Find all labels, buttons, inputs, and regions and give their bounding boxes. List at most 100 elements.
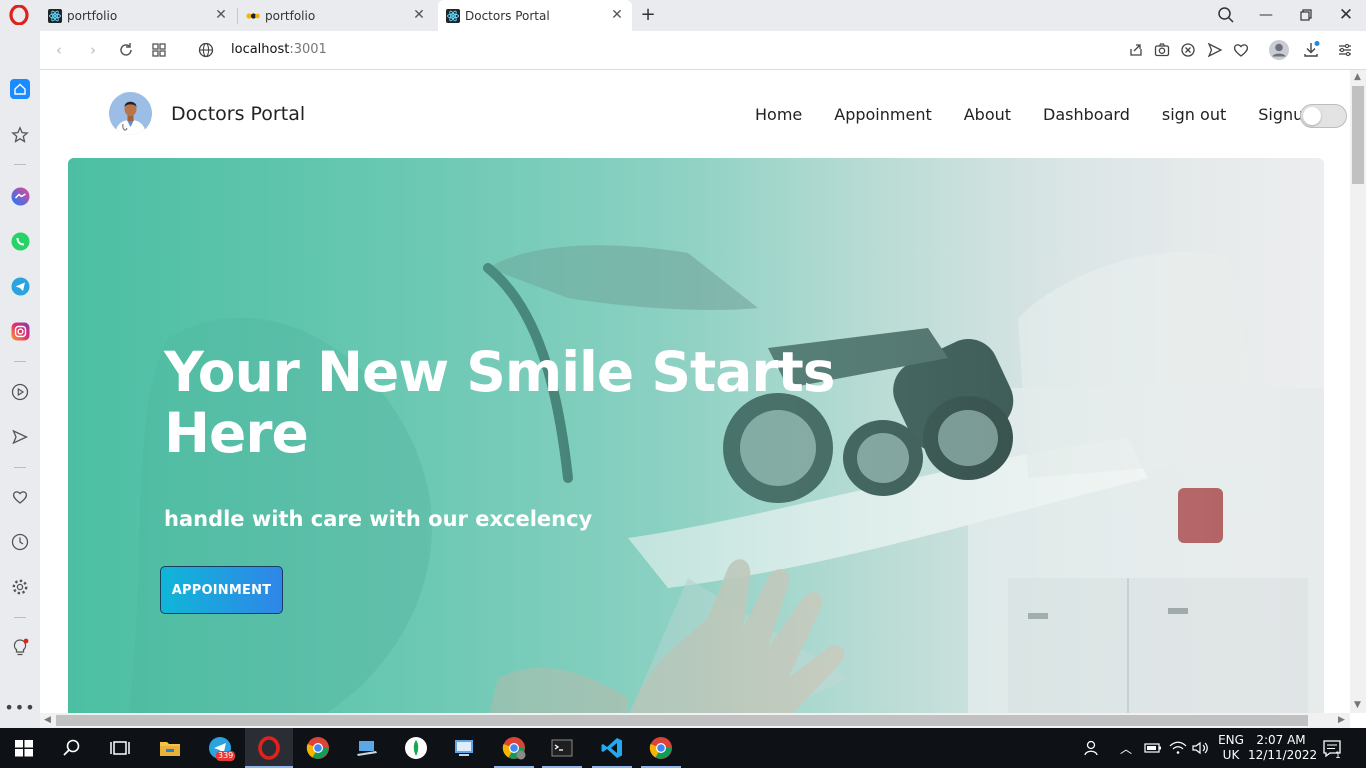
- tab-title: portfolio: [265, 8, 316, 23]
- tab-search-icon[interactable]: [1216, 5, 1236, 25]
- toggle-knob: [1303, 107, 1321, 125]
- input-language[interactable]: ENG UK: [1216, 733, 1246, 763]
- scroll-left-icon[interactable]: ◀: [44, 715, 51, 725]
- clock-time: 2:07 AM: [1256, 733, 1306, 747]
- downloads-icon[interactable]: [1302, 41, 1320, 59]
- url-field[interactable]: localhost:3001: [231, 42, 327, 57]
- bookmark-heart-icon[interactable]: [1232, 41, 1250, 59]
- language-code: ENG: [1218, 733, 1244, 747]
- tab-portfolio-1[interactable]: portfolio ✕: [40, 0, 236, 31]
- react-favicon-icon: [446, 8, 460, 23]
- messenger-icon[interactable]: [10, 186, 30, 206]
- tab-doctors-portal[interactable]: Doctors Portal ✕: [438, 0, 632, 31]
- chrome-profile-icon[interactable]: [502, 736, 526, 760]
- tab-title: Doctors Portal: [465, 8, 550, 23]
- reload-icon[interactable]: [117, 41, 135, 59]
- lightbulb-icon[interactable]: [10, 638, 30, 658]
- minimize-icon[interactable]: —: [1256, 5, 1276, 25]
- opera-taskbar-icon[interactable]: [257, 736, 281, 760]
- terminal-icon[interactable]: [550, 736, 574, 760]
- adblock-icon[interactable]: [1179, 41, 1197, 59]
- scroll-down-icon[interactable]: ▼: [1354, 700, 1361, 710]
- player-icon[interactable]: [10, 382, 30, 402]
- vertical-scroll-thumb[interactable]: [1352, 86, 1364, 184]
- nav-home[interactable]: Home: [755, 105, 802, 124]
- easy-setup-icon[interactable]: [1336, 41, 1354, 59]
- instagram-icon[interactable]: [10, 321, 30, 341]
- snapshot-icon[interactable]: [1153, 41, 1171, 59]
- control-panel-icon[interactable]: [452, 736, 476, 760]
- people-icon[interactable]: [1082, 736, 1102, 760]
- opera-logo-icon[interactable]: [9, 5, 29, 25]
- vertical-scrollbar[interactable]: ▲ ▼: [1350, 70, 1366, 713]
- speed-dial-icon[interactable]: [150, 41, 168, 59]
- nav-about[interactable]: About: [964, 105, 1011, 124]
- sidebar-divider: [14, 467, 26, 468]
- heart-icon[interactable]: [10, 487, 30, 507]
- url-port: :3001: [289, 42, 327, 57]
- telegram-icon[interactable]: [10, 276, 30, 296]
- notification-count: 1: [1335, 751, 1341, 761]
- wifi-icon[interactable]: [1168, 736, 1188, 760]
- new-tab-button[interactable]: +: [638, 4, 658, 26]
- sidebar-divider: [14, 164, 26, 165]
- nav-dashboard[interactable]: Dashboard: [1043, 105, 1130, 124]
- tab-strip: portfolio ✕ portfolio ✕ Doctors Portal ✕…: [0, 0, 1366, 31]
- site-navbar: Doctors Portal Home Appoinment About Das…: [40, 70, 1350, 158]
- horizontal-scrollbar[interactable]: ◀ ▶: [40, 713, 1350, 728]
- forward-icon[interactable]: ›: [84, 41, 102, 59]
- mongodb-compass-icon[interactable]: [404, 736, 428, 760]
- back-icon[interactable]: ‹: [50, 41, 68, 59]
- appointment-button[interactable]: APPOINMENT: [160, 566, 283, 614]
- hero-title: Your New Smile Starts Here: [164, 340, 836, 465]
- doctor-avatar[interactable]: [109, 92, 152, 135]
- url-host: localhost: [231, 42, 290, 57]
- vscode-icon[interactable]: [600, 736, 624, 760]
- show-hidden-icons-icon[interactable]: ︿: [1120, 740, 1132, 757]
- portfolio-favicon-icon: [246, 12, 260, 19]
- close-tab-icon[interactable]: ✕: [214, 8, 228, 22]
- volume-icon[interactable]: [1190, 736, 1210, 760]
- send-flow-icon[interactable]: [1206, 41, 1224, 59]
- settings-icon[interactable]: [10, 577, 30, 597]
- hero-banner: Your New Smile Starts Here handle with c…: [68, 158, 1324, 713]
- brand-name[interactable]: Doctors Portal: [171, 103, 305, 125]
- clock[interactable]: 2:07 AM 12/11/2022: [1248, 733, 1317, 763]
- restore-icon[interactable]: [1296, 5, 1316, 25]
- sidebar-divider: [14, 617, 26, 618]
- opera-sidebar: •••: [0, 31, 40, 728]
- file-explorer-icon[interactable]: [158, 736, 182, 760]
- search-icon[interactable]: [60, 736, 84, 760]
- whatsapp-icon[interactable]: [10, 231, 30, 251]
- chrome-alt-icon[interactable]: [649, 736, 673, 760]
- history-icon[interactable]: [10, 532, 30, 552]
- nav-appointment[interactable]: Appoinment: [834, 105, 931, 124]
- star-icon[interactable]: [10, 125, 30, 145]
- laptop-app-icon[interactable]: [355, 736, 379, 760]
- send-icon[interactable]: [10, 427, 30, 447]
- chrome-icon[interactable]: [306, 736, 330, 760]
- telegram-unread-badge: 339: [216, 751, 236, 761]
- nav-sign-out[interactable]: sign out: [1162, 105, 1226, 124]
- task-view-icon[interactable]: [108, 736, 132, 760]
- more-icon[interactable]: •••: [4, 697, 34, 717]
- windows-start-icon[interactable]: [12, 736, 36, 760]
- tab-portfolio-2[interactable]: portfolio ✕: [238, 0, 434, 31]
- page-viewport: Doctors Portal Home Appoinment About Das…: [40, 70, 1350, 713]
- theme-toggle[interactable]: [1300, 104, 1347, 128]
- scroll-right-icon[interactable]: ▶: [1338, 715, 1345, 725]
- profile-avatar-icon[interactable]: [1268, 39, 1290, 61]
- close-tab-icon[interactable]: ✕: [412, 8, 426, 22]
- share-icon[interactable]: [1127, 41, 1145, 59]
- home-icon[interactable]: [10, 79, 30, 99]
- react-favicon-icon: [48, 8, 62, 23]
- scroll-up-icon[interactable]: ▲: [1354, 72, 1361, 82]
- hero-subtitle: handle with care with our excelency: [164, 507, 593, 531]
- tab-title: portfolio: [67, 8, 118, 23]
- horizontal-scroll-thumb[interactable]: [56, 715, 1308, 726]
- close-window-icon[interactable]: ✕: [1336, 5, 1356, 25]
- site-info-icon[interactable]: [197, 41, 215, 59]
- close-tab-icon[interactable]: ✕: [610, 8, 624, 22]
- address-toolbar: ‹ › localhost:3001: [40, 31, 1366, 70]
- battery-icon[interactable]: [1144, 736, 1162, 760]
